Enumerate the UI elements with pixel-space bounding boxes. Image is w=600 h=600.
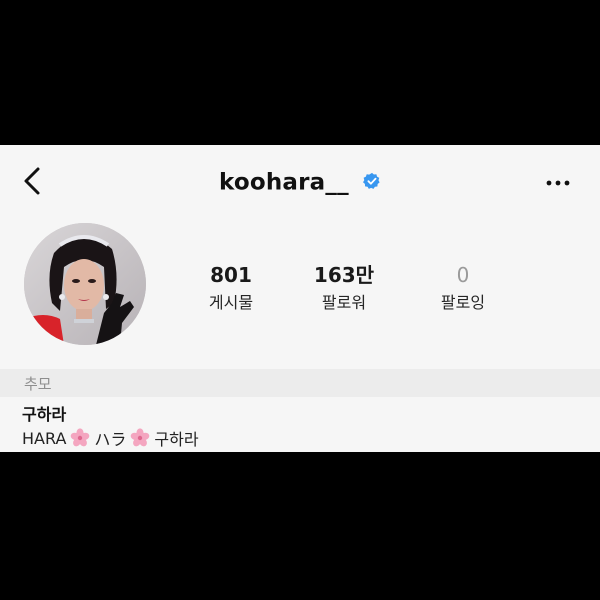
verified-badge-icon — [363, 172, 380, 189]
cherry-blossom-icon — [71, 428, 90, 447]
profile-header: koohara__ — [0, 169, 600, 196]
followers-count-label: 팔로워 — [321, 293, 367, 312]
bio-part-hara-korean: 구하라 — [154, 430, 199, 449]
following-count[interactable]: 0 팔로잉 — [408, 263, 518, 313]
avatar-photo — [24, 223, 146, 345]
bio-part-hara-latin: HARA — [22, 428, 67, 448]
more-options-button[interactable] — [544, 173, 572, 193]
following-count-label: 팔로잉 — [440, 293, 486, 312]
following-count-value: 0 — [456, 263, 470, 287]
username: koohara__ — [218, 169, 349, 196]
bio-name: 구하라 — [22, 405, 67, 424]
posts-count[interactable]: 801 게시물 — [176, 263, 286, 313]
followers-count-value: 163만 — [313, 263, 375, 287]
more-horizontal-icon — [546, 180, 570, 186]
bio-part-hara-katakana: ハラ — [94, 430, 127, 449]
cherry-blossom-icon — [131, 428, 150, 447]
posts-count-label: 게시물 — [208, 293, 254, 312]
memorial-banner: 추모 — [0, 369, 600, 397]
posts-count-value: 801 — [210, 263, 252, 287]
memorial-label: 추모 — [24, 375, 52, 393]
profile-screen: koohara__ 801 게시물 163만 팔로워 0 팔로잉 추모 구하라 … — [0, 145, 600, 452]
followers-count[interactable]: 163만 팔로워 — [289, 263, 399, 313]
profile-avatar[interactable] — [24, 223, 146, 345]
bio-text: HARA ハラ 구하라 — [22, 426, 199, 450]
letterbox-frame: koohara__ 801 게시물 163만 팔로워 0 팔로잉 추모 구하라 … — [0, 0, 600, 600]
